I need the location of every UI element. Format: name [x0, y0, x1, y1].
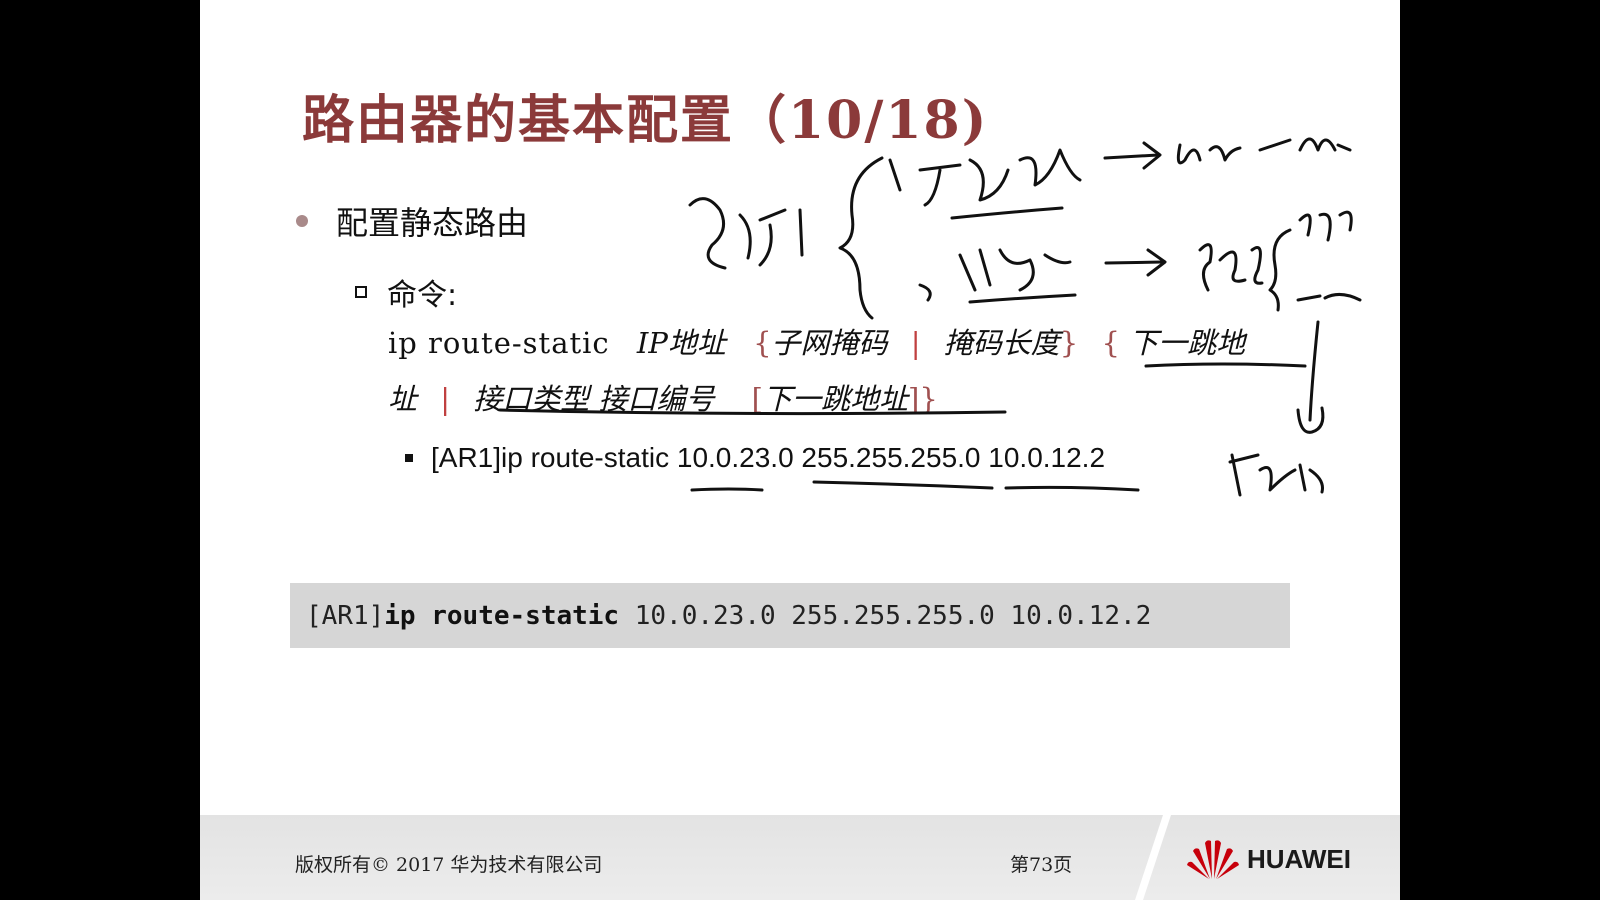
slide-title: 路由器的基本配置（10/18): [302, 90, 989, 151]
code-command: ip route-static: [384, 600, 620, 631]
ink-arrow-head: [1142, 141, 1162, 170]
code-prompt: [AR1]: [306, 600, 385, 631]
bullet-square-icon: [355, 286, 367, 298]
copyright-text: 版权所有© 2017 华为技术有限公司: [295, 854, 603, 876]
bracket-close: ]}: [908, 382, 938, 416]
separator: |: [910, 326, 921, 360]
ink-arrow-head: [1296, 406, 1325, 434]
ink-arrow-head: [1146, 248, 1167, 277]
bullet-level1: 配置静态路由: [296, 198, 528, 244]
param-interface: 接口类型 接口编号: [473, 382, 715, 416]
param-ip-address: IP地址: [636, 326, 726, 360]
param-mask-length: 掩码长度: [943, 326, 1060, 360]
ink-underline: [812, 480, 994, 490]
ink-arrow: [1104, 260, 1164, 265]
ink-scribble: [1296, 210, 1362, 302]
ink-brace: [1268, 228, 1292, 312]
bullet-filled-square-icon: [405, 454, 413, 462]
ink-scribble: [1228, 453, 1324, 497]
bullet-level3: [AR1]ip route-static 10.0.23.0 255.255.2…: [405, 442, 1105, 474]
huawei-wordmark: HUAWEI: [1247, 843, 1351, 874]
huawei-petal-icon: [1187, 840, 1239, 879]
ink-underline: [968, 293, 1077, 304]
bullet-level2-text: 命令:: [387, 278, 458, 313]
ink-scribble: [1198, 243, 1264, 292]
ink-scribble: [1176, 137, 1352, 165]
code-text: [AR1]ip route-static 10.0.23.0 255.255.2…: [306, 601, 1151, 631]
separator: |: [440, 382, 451, 416]
bullet-level2: 命令:: [355, 270, 457, 314]
brace-open: {: [1101, 326, 1120, 360]
brace-open: {: [753, 326, 772, 360]
command-keyword: ip route-static: [388, 326, 610, 360]
command-syntax-line1: ip route-static IP地址 {子网掩码 | 掩码长度} { 下一跳…: [388, 320, 1245, 362]
ink-arrow: [1103, 153, 1160, 160]
ink-scribble: [918, 248, 1072, 302]
bullet-dot-icon: [296, 215, 308, 227]
footer: 版权所有© 2017 华为技术有限公司 第73页 HUAWEI: [200, 815, 1400, 900]
ink-scribble: [688, 197, 804, 270]
page-number: 第73页: [1010, 854, 1073, 876]
param-subnet-mask: 子网掩码: [771, 326, 888, 360]
ink-brace: [838, 156, 884, 320]
bullet-level1-text: 配置静态路由: [336, 204, 529, 242]
example-command: [AR1]ip route-static 10.0.23.0 255.255.2…: [431, 442, 1106, 473]
ink-underline: [1004, 485, 1140, 492]
ink-underline: [950, 206, 1064, 220]
slide: 路由器的基本配置（10/18) 配置静态路由 命令: ip route-stat…: [200, 0, 1400, 900]
huawei-logo: HUAWEI: [1185, 837, 1351, 881]
param-next-hop-cont: 址: [388, 382, 418, 416]
ink-arrow: [1308, 320, 1320, 422]
ink-underline: [690, 487, 764, 492]
ink-underline: [1144, 362, 1307, 368]
ink-scribble: [888, 148, 1082, 207]
brace-close: }: [1059, 326, 1079, 360]
bracket-open: [: [751, 382, 763, 416]
command-syntax-line2: 址 | 接口类型 接口编号 [下一跳地址]}: [388, 376, 938, 418]
param-next-hop-optional: 下一跳地址: [763, 382, 909, 416]
code-args: 10.0.23.0 255.255.255.0 10.0.12.2: [619, 600, 1152, 631]
code-box: [AR1]ip route-static 10.0.23.0 255.255.2…: [290, 583, 1290, 648]
param-next-hop: 下一跳地: [1129, 326, 1246, 360]
